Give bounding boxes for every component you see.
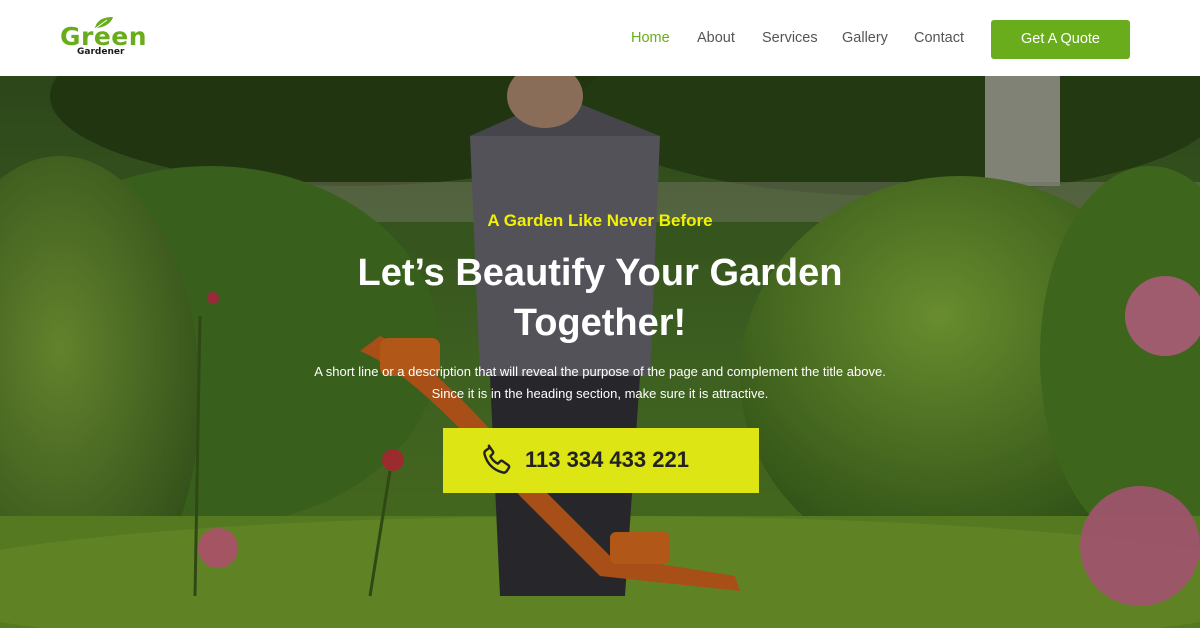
phone-icon [483,444,511,474]
hero-description-line-1: A short line or a description that will … [314,364,886,379]
hero-title-line-2: Together! [513,302,687,344]
hero-title-line-1: Let’s Beautify Your Garden [357,252,843,294]
phone-call-button[interactable]: 113 334 433 221 [443,428,759,493]
site-header: Green Gardener Home About Services Galle… [0,0,1200,76]
hero-overlay [0,76,1200,628]
nav-home[interactable]: Home [631,29,670,47]
hero-description-line-2: Since it is in the heading section, make… [431,386,769,401]
nav-about[interactable]: About [697,29,735,47]
hero-eyebrow: A Garden Like Never Before [487,211,713,230]
hero-section: A Garden Like Never Before Let’s Beautif… [0,76,1200,628]
logo-tagline: Gardener [77,47,125,57]
logo[interactable]: Green Gardener [60,16,160,60]
hero-description: A short line or a description that will … [250,361,950,405]
phone-number: 113 334 433 221 [525,447,689,472]
hero-title: Let’s Beautify Your Garden Together! [300,248,900,348]
nav-contact[interactable]: Contact [914,29,964,47]
nav-services[interactable]: Services [762,29,818,47]
get-quote-button[interactable]: Get A Quote [991,20,1130,59]
nav-gallery[interactable]: Gallery [842,29,888,47]
